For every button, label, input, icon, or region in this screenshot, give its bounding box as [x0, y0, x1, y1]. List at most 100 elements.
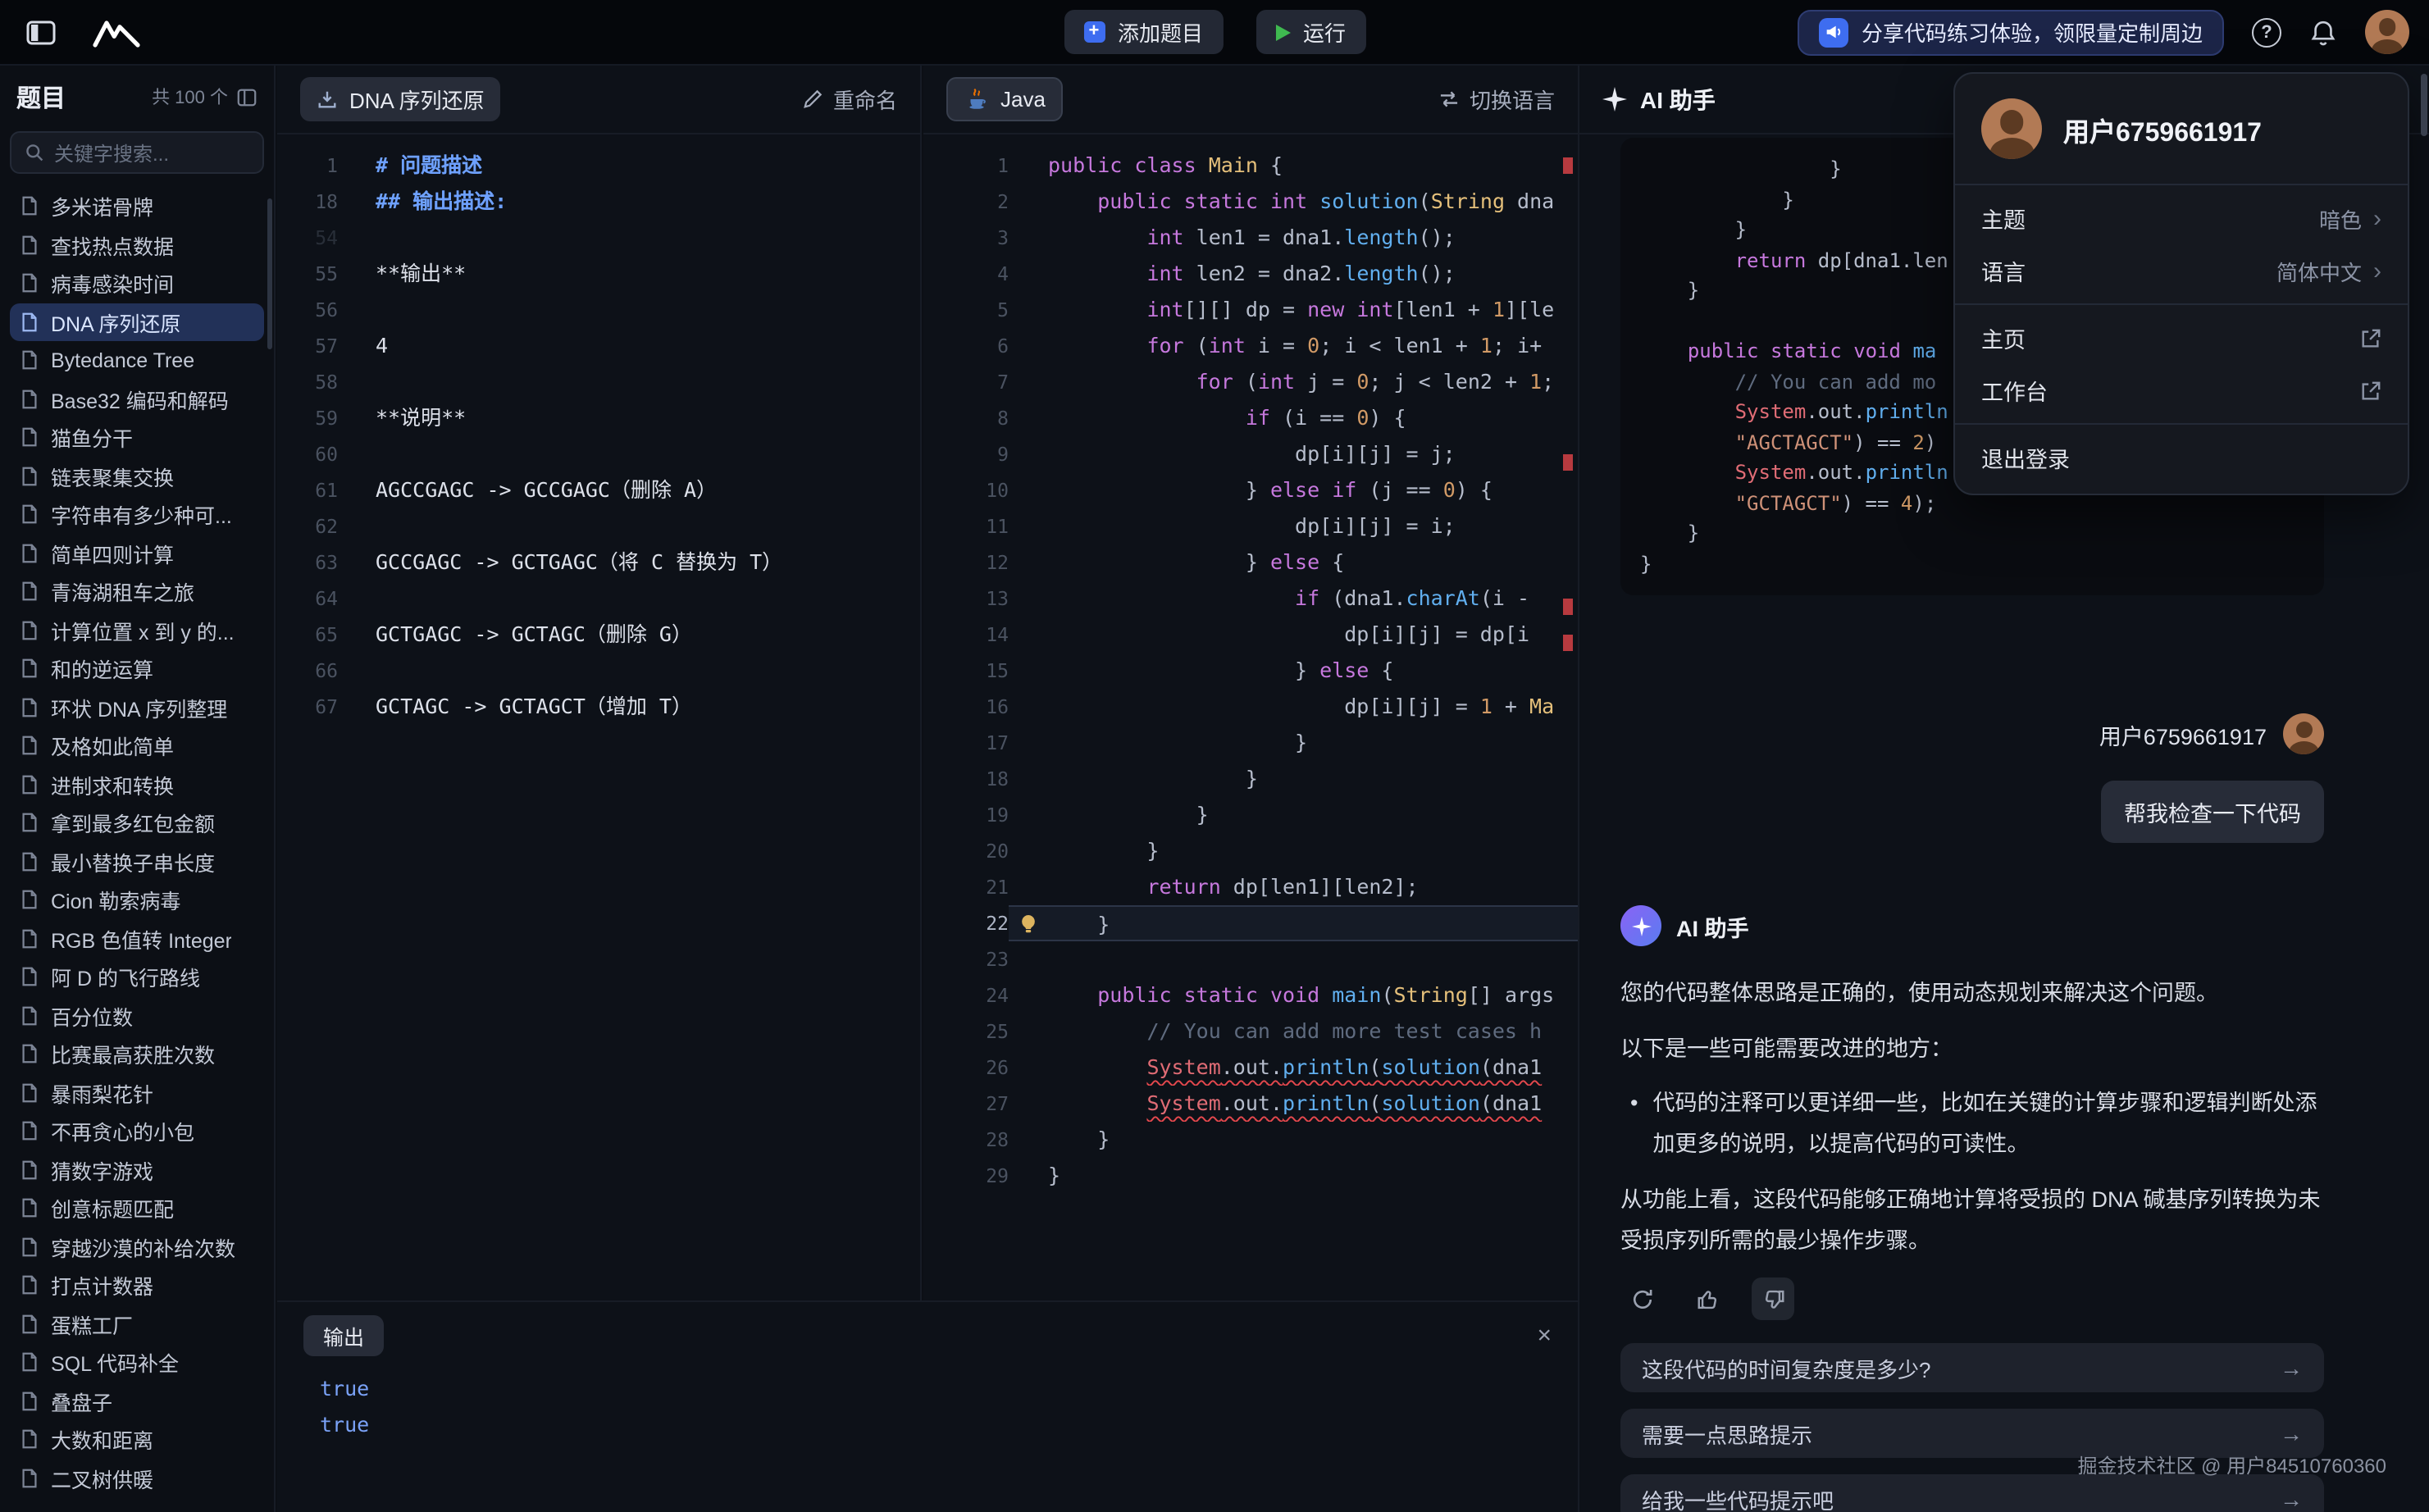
sidebar-item[interactable]: RGB 色值转 Integer: [10, 919, 264, 958]
sidebar-item[interactable]: 暴雨梨花针: [10, 1073, 264, 1112]
menu-item-workspace[interactable]: 工作台: [1955, 364, 2408, 417]
code-line[interactable]: 2 public static int solution(String dna: [943, 184, 1578, 220]
sidebar-item[interactable]: 创意标题匹配: [10, 1189, 264, 1227]
suggestion-chip[interactable]: 需要一点思路提示→: [1620, 1409, 2324, 1458]
code-line[interactable]: 14 dp[i][j] = dp[i: [943, 617, 1578, 653]
user-avatar[interactable]: [2365, 10, 2409, 54]
md-line[interactable]: 67GCTAGC -> GCTAGCT（增加 T）: [297, 689, 920, 725]
md-line[interactable]: 65GCTGAGC -> GCTAGC（删除 G）: [297, 617, 920, 653]
code-line[interactable]: 5 int[][] dp = new int[len1 + 1][le: [943, 292, 1578, 328]
code-line[interactable]: 6 for (int i = 0; i < len1 + 1; i+: [943, 328, 1578, 364]
code-line[interactable]: 20 }: [943, 833, 1578, 869]
md-line[interactable]: 58: [297, 364, 920, 400]
code-line[interactable]: 28 }: [943, 1122, 1578, 1158]
sidebar-item[interactable]: 猫鱼分干: [10, 418, 264, 457]
close-output-icon[interactable]: ×: [1537, 1321, 1552, 1349]
collapse-panel-icon[interactable]: [236, 86, 257, 107]
problem-tab[interactable]: DNA 序列还原: [300, 77, 501, 121]
md-line[interactable]: 61AGCCGAGC -> GCCGAGC（删除 A）: [297, 472, 920, 508]
menu-item-logout[interactable]: 退出登录: [1955, 431, 2408, 484]
md-line[interactable]: 62: [297, 508, 920, 544]
code-line[interactable]: 12 } else {: [943, 544, 1578, 581]
sidebar-item[interactable]: 阿 D 的飞行路线: [10, 958, 264, 996]
sidebar-item[interactable]: 蛋糕工厂: [10, 1305, 264, 1343]
sidebar-item[interactable]: 进制求和转换: [10, 765, 264, 804]
menu-item-theme[interactable]: 主题 暗色›: [1955, 192, 2408, 244]
user-message-bubble[interactable]: 帮我检查一下代码: [2101, 781, 2324, 843]
code-line[interactable]: 18 }: [943, 761, 1578, 797]
sidebar-item[interactable]: 病毒感染时间: [10, 264, 264, 303]
sidebar-item[interactable]: 计算位置 x 到 y 的...: [10, 611, 264, 649]
suggestion-chip[interactable]: 这段代码的时间复杂度是多少?→: [1620, 1343, 2324, 1392]
sidebar-item[interactable]: 叠盘子: [10, 1382, 264, 1420]
sidebar-item[interactable]: 猜数字游戏: [10, 1150, 264, 1189]
sidebar-item[interactable]: 环状 DNA 序列整理: [10, 688, 264, 726]
rename-button[interactable]: 重命名: [802, 84, 897, 115]
sidebar-item[interactable]: 和的逆运算: [10, 649, 264, 688]
code-line[interactable]: 11 dp[i][j] = i;: [943, 508, 1578, 544]
language-tab-java[interactable]: Java: [946, 77, 1064, 121]
sidebar-item[interactable]: 字符串有多少种可...: [10, 495, 264, 534]
code-line[interactable]: 29}: [943, 1158, 1578, 1194]
sidebar-item[interactable]: 最小替换子串长度: [10, 842, 264, 881]
menu-item-language[interactable]: 语言 简体中文›: [1955, 244, 2408, 297]
sidebar-item[interactable]: 打点计数器: [10, 1266, 264, 1305]
md-line[interactable]: 59**说明**: [297, 400, 920, 436]
code-line[interactable]: 7 for (int j = 0; j < len2 + 1;: [943, 364, 1578, 400]
code-line[interactable]: 3 int len1 = dna1.length();: [943, 220, 1578, 256]
thumbs-up-icon[interactable]: [1686, 1277, 1729, 1320]
sidebar-item[interactable]: 穿越沙漠的补给次数: [10, 1227, 264, 1266]
sidebar-item[interactable]: SQL 代码补全: [10, 1343, 264, 1382]
sidebar-scrollbar[interactable]: [267, 198, 272, 349]
code-line[interactable]: 26 System.out.println(solution(dna1: [943, 1050, 1578, 1086]
code-editor[interactable]: 1public class Main {2 public static int …: [923, 134, 1578, 1194]
sidebar-item[interactable]: Bytedance Tree: [10, 341, 264, 380]
sidebar-item[interactable]: 及格如此简单: [10, 726, 264, 765]
md-line[interactable]: 60: [297, 436, 920, 472]
code-line[interactable]: 10 } else if (j == 0) {: [943, 472, 1578, 508]
code-line[interactable]: 8 if (i == 0) {: [943, 400, 1578, 436]
markdown-editor[interactable]: 1# 问题描述18## 输出描述:5455**输出**565745859**说明…: [277, 134, 920, 725]
code-line[interactable]: 1public class Main {: [943, 148, 1578, 184]
md-line[interactable]: 55**输出**: [297, 256, 920, 292]
code-line[interactable]: 16 dp[i][j] = 1 + Ma: [943, 689, 1578, 725]
code-line[interactable]: 13 if (dna1.charAt(i -: [943, 581, 1578, 617]
sidebar-item[interactable]: 拿到最多红包金额: [10, 804, 264, 842]
lightbulb-icon[interactable]: [1009, 907, 1048, 940]
sidebar-item[interactable]: 大数和距离: [10, 1420, 264, 1459]
sidebar-item[interactable]: Cion 勒索病毒: [10, 881, 264, 919]
code-line[interactable]: 17 }: [943, 725, 1578, 761]
search-input[interactable]: 关键字搜索...: [10, 131, 264, 174]
add-problem-button[interactable]: + 添加题目: [1064, 10, 1223, 54]
sidebar-toggle-icon[interactable]: [26, 19, 56, 45]
sidebar-item[interactable]: 百分位数: [10, 996, 264, 1035]
sidebar-item[interactable]: 比赛最高获胜次数: [10, 1035, 264, 1073]
code-line[interactable]: 15 } else {: [943, 653, 1578, 689]
run-button[interactable]: 运行: [1256, 10, 1365, 54]
code-line[interactable]: 21 return dp[len1][len2];: [943, 869, 1578, 905]
switch-language-button[interactable]: 切换语言: [1438, 84, 1555, 115]
code-line[interactable]: 27 System.out.println(solution(dna1: [943, 1086, 1578, 1122]
code-line[interactable]: 4 int len2 = dna2.length();: [943, 256, 1578, 292]
sidebar-item[interactable]: 不再贪心的小包: [10, 1112, 264, 1150]
regenerate-icon[interactable]: [1620, 1277, 1663, 1320]
sidebar-item[interactable]: 链表聚集交换: [10, 457, 264, 495]
code-line[interactable]: 24 public static void main(String[] args: [943, 977, 1578, 1013]
menu-item-home[interactable]: 主页: [1955, 312, 2408, 364]
suggestion-chip[interactable]: 给我一些代码提示吧→: [1620, 1474, 2324, 1512]
sidebar-item[interactable]: Base32 编码和解码: [10, 380, 264, 418]
page-scrollbar[interactable]: [2421, 74, 2427, 136]
thumbs-down-icon[interactable]: [1752, 1277, 1794, 1320]
md-line[interactable]: 18## 输出描述:: [297, 184, 920, 220]
promo-banner[interactable]: 分享代码练习体验，领限量定制周边: [1798, 9, 2224, 55]
sidebar-item[interactable]: 简单四则计算: [10, 534, 264, 572]
bell-icon[interactable]: [2309, 17, 2337, 47]
md-line[interactable]: 54: [297, 220, 920, 256]
sidebar-item[interactable]: DNA 序列还原: [10, 303, 264, 341]
output-tab[interactable]: 输出: [303, 1314, 384, 1355]
code-line[interactable]: 19 }: [943, 797, 1578, 833]
code-line[interactable]: 9 dp[i][j] = j;: [943, 436, 1578, 472]
code-line[interactable]: 23: [943, 941, 1578, 977]
sidebar-item[interactable]: 多米诺骨牌: [10, 187, 264, 225]
help-icon[interactable]: ?: [2252, 17, 2281, 47]
